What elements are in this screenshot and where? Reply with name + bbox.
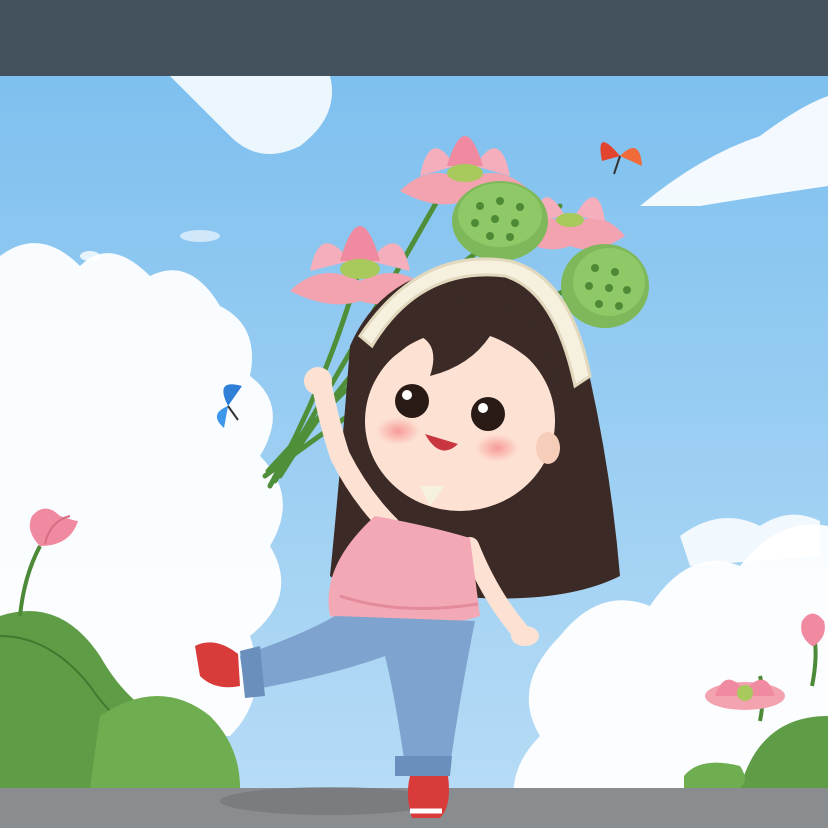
lotus-girl-illustration xyxy=(0,76,828,828)
viewer-top-bar xyxy=(0,0,828,76)
illustration-canvas xyxy=(0,76,828,828)
image-viewer xyxy=(0,0,828,828)
